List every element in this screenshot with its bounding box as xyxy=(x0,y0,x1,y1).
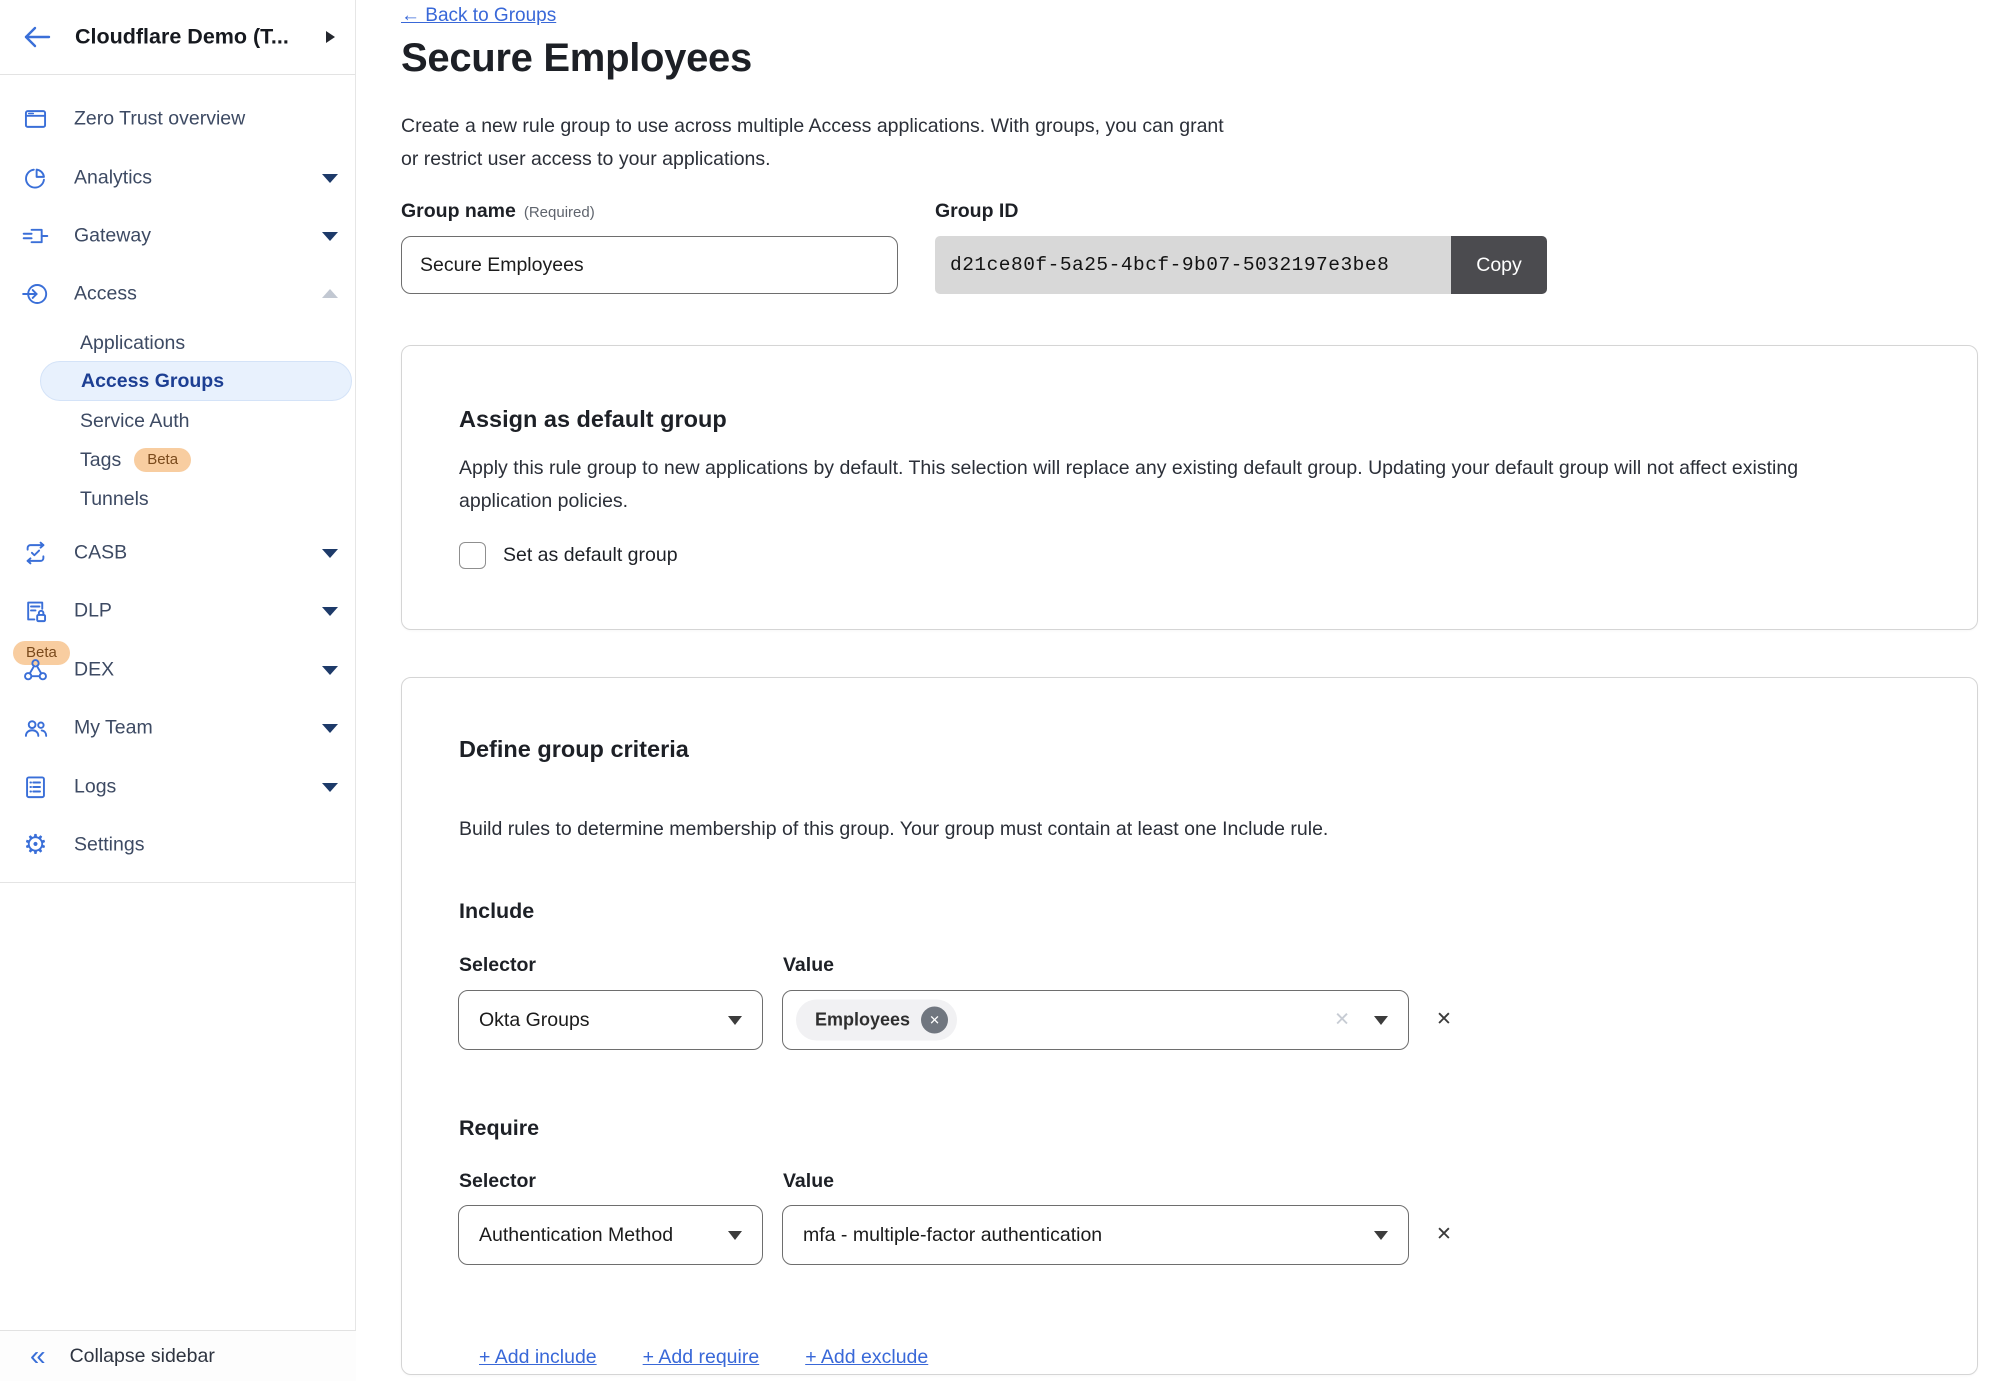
sidebar: Cloudflare Demo (T... Zero Trust overvie… xyxy=(0,0,356,1381)
page-description: Create a new rule group to use across mu… xyxy=(401,110,1224,176)
sidebar-item-label: Zero Trust overview xyxy=(74,108,245,131)
sidebar-item-gateway[interactable]: Gateway xyxy=(0,207,356,265)
sidebar-item-settings[interactable]: ⚙ Settings xyxy=(0,816,356,874)
sidebar-item-label: DEX xyxy=(74,659,114,682)
sidebar-item-tunnels[interactable]: Tunnels xyxy=(40,479,352,519)
chip-remove-icon[interactable]: ✕ xyxy=(921,1007,948,1034)
value-chip: Employees ✕ xyxy=(796,1000,957,1041)
remove-require-rule-button[interactable]: ✕ xyxy=(1432,1223,1456,1246)
require-value-dropdown[interactable]: mfa - multiple-factor authentication xyxy=(782,1205,1409,1265)
sidebar-item-label: CASB xyxy=(74,542,127,565)
group-name-input[interactable] xyxy=(401,236,898,294)
chevron-down-icon xyxy=(322,666,338,675)
sidebar-item-applications[interactable]: Applications xyxy=(40,323,352,363)
login-icon xyxy=(22,281,49,308)
chevron-down-icon xyxy=(1374,1016,1388,1025)
chevron-down-icon xyxy=(1374,1231,1388,1240)
chevron-down-icon xyxy=(322,783,338,792)
pie-chart-icon xyxy=(22,165,49,192)
sidebar-item-label: Logs xyxy=(74,776,116,799)
define-group-criteria-card: Define group criteria Build rules to det… xyxy=(401,677,1978,1375)
rule-actions: + Add include + Add require + Add exclud… xyxy=(479,1346,928,1369)
sidebar-item-access[interactable]: Access xyxy=(0,265,356,323)
group-id-field: d21ce80f-5a25-4bcf-9b07-5032197e3be8 Cop… xyxy=(935,236,1547,294)
list-document-icon xyxy=(22,774,49,801)
assign-default-group-card: Assign as default group Apply this rule … xyxy=(401,345,1978,630)
back-arrow-icon[interactable] xyxy=(22,24,52,50)
sidebar-item-logs[interactable]: Logs xyxy=(0,758,356,816)
window-icon xyxy=(22,106,49,133)
sidebar-item-label: Analytics xyxy=(74,167,152,190)
group-id-value: d21ce80f-5a25-4bcf-9b07-5032197e3be8 xyxy=(935,236,1451,294)
set-default-group-row: Set as default group xyxy=(459,542,678,569)
copy-button[interactable]: Copy xyxy=(1451,236,1547,294)
gear-icon: ⚙ xyxy=(22,832,49,859)
include-value-label: Value xyxy=(783,954,834,977)
require-selector-label: Selector xyxy=(459,1170,536,1193)
main-content: ← Back to Groups Secure Employees Create… xyxy=(356,0,1999,1381)
chevron-down-icon xyxy=(728,1231,742,1240)
collapse-sidebar-button[interactable]: « Collapse sidebar xyxy=(0,1330,356,1381)
sidebar-item-tags[interactable]: Tags Beta xyxy=(40,440,352,480)
account-name: Cloudflare Demo (T... xyxy=(75,25,289,50)
sidebar-item-dex[interactable]: DEX Beta xyxy=(0,641,356,699)
require-value-label: Value xyxy=(783,1170,834,1193)
back-to-groups-link[interactable]: ← Back to Groups xyxy=(401,5,556,27)
chevron-down-icon xyxy=(322,607,338,616)
card-description: Build rules to determine membership of t… xyxy=(459,813,1328,846)
people-icon xyxy=(22,715,49,742)
group-id-label: Group ID xyxy=(935,200,1018,223)
sidebar-divider xyxy=(0,882,356,883)
casb-icon xyxy=(22,540,49,567)
sidebar-item-label: Gateway xyxy=(74,225,151,248)
account-switcher[interactable]: Cloudflare Demo (T... xyxy=(0,0,355,75)
card-title: Define group criteria xyxy=(459,736,689,763)
card-description: Apply this rule group to new application… xyxy=(459,452,1798,518)
add-require-link[interactable]: + Add require xyxy=(643,1346,760,1369)
sidebar-item-analytics[interactable]: Analytics xyxy=(0,149,356,207)
sidebar-item-access-groups[interactable]: Access Groups xyxy=(40,361,352,401)
chevron-down-icon xyxy=(322,724,338,733)
required-hint: (Required) xyxy=(524,204,595,221)
sidebar-item-label: Access xyxy=(74,283,137,306)
sidebar-item-label: My Team xyxy=(74,717,153,740)
include-selector-dropdown[interactable]: Okta Groups xyxy=(458,990,763,1050)
sidebar-item-service-auth[interactable]: Service Auth xyxy=(40,401,352,441)
sidebar-item-my-team[interactable]: My Team xyxy=(0,699,356,757)
set-default-group-checkbox[interactable] xyxy=(459,542,486,569)
chevron-up-icon xyxy=(322,289,338,298)
require-heading: Require xyxy=(459,1116,539,1141)
chevron-down-icon xyxy=(728,1016,742,1025)
gateway-icon xyxy=(22,223,49,250)
network-nodes-icon xyxy=(22,657,49,684)
beta-badge: Beta xyxy=(134,448,191,472)
zero-trust-dashboard: Cloudflare Demo (T... Zero Trust overvie… xyxy=(0,0,1999,1381)
include-heading: Include xyxy=(459,899,534,924)
group-name-label: Group name(Required) xyxy=(401,200,595,223)
checkbox-label: Set as default group xyxy=(503,544,678,567)
clear-values-icon[interactable]: ✕ xyxy=(1334,1009,1350,1032)
sidebar-item-dlp[interactable]: DLP xyxy=(0,582,356,640)
page-title: Secure Employees xyxy=(401,36,752,81)
document-lock-icon xyxy=(22,598,49,625)
remove-include-rule-button[interactable]: ✕ xyxy=(1432,1008,1456,1031)
card-title: Assign as default group xyxy=(459,406,727,433)
require-selector-dropdown[interactable]: Authentication Method xyxy=(458,1205,763,1265)
chevron-down-icon xyxy=(322,549,338,558)
chevron-down-icon xyxy=(322,174,338,183)
include-selector-label: Selector xyxy=(459,954,536,977)
include-value-multiselect[interactable]: Employees ✕ ✕ xyxy=(782,990,1409,1050)
add-exclude-link[interactable]: + Add exclude xyxy=(805,1346,928,1369)
double-chevron-left-icon: « xyxy=(30,1342,46,1370)
sidebar-item-label: Settings xyxy=(74,834,144,857)
chevron-down-icon xyxy=(322,232,338,241)
caret-right-icon[interactable] xyxy=(326,31,335,43)
sidebar-item-label: DLP xyxy=(74,600,112,623)
sidebar-item-casb[interactable]: CASB xyxy=(0,524,356,582)
sidebar-item-zero-trust-overview[interactable]: Zero Trust overview xyxy=(0,90,356,148)
add-include-link[interactable]: + Add include xyxy=(479,1346,597,1369)
